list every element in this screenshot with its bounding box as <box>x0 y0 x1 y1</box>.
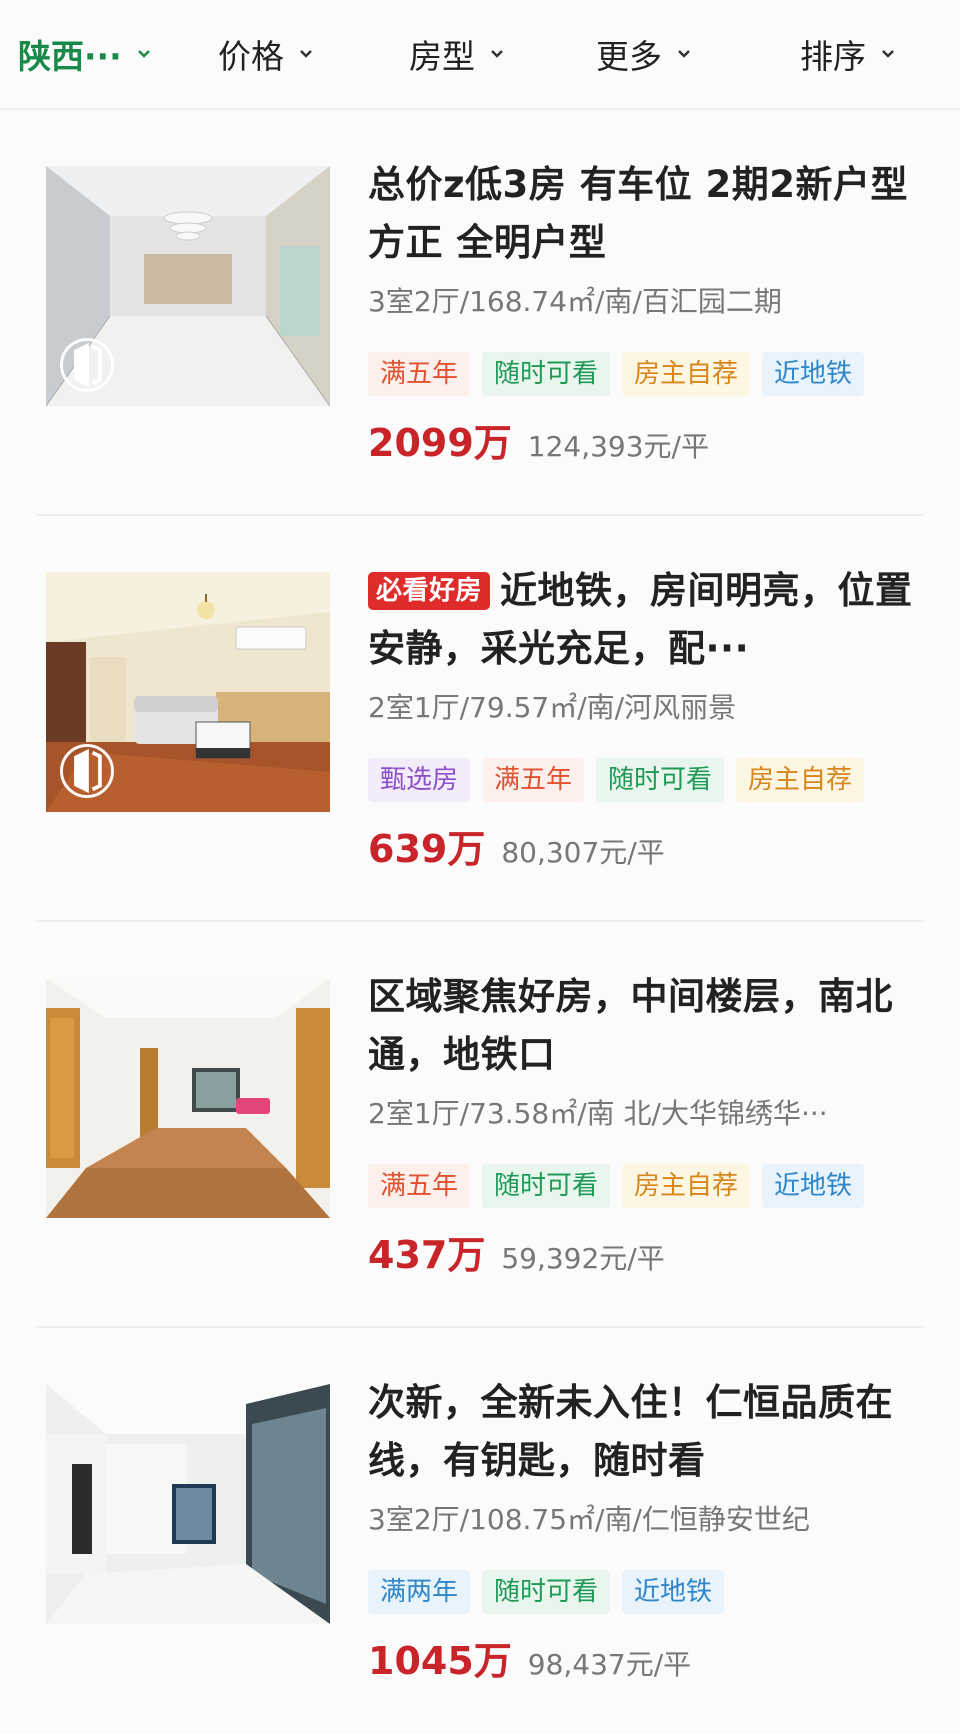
price-row: 2099万 124,393元/平 <box>368 412 928 467</box>
total-price: 2099万 <box>368 421 512 465</box>
tag: 随时可看 <box>482 352 611 396</box>
listing-title-text: 次新，全新未入住！仁恒品质在线，有钥匙，随时看 <box>368 1381 893 1482</box>
total-price: 437万 <box>368 1233 486 1277</box>
price-row: 437万 59,392元/平 <box>368 1224 928 1279</box>
chevron-down-icon <box>137 50 150 58</box>
listing-meta: 3室2厅/168.74㎡/南/百汇园二期 <box>368 285 782 318</box>
tag: 房主自荐 <box>736 758 865 802</box>
listing-info: 区域聚焦好房，中间楼层，南北通，地铁口 2室1厅/73.58㎡/南 北/大华锦绣… <box>368 968 928 1279</box>
tag: 随时可看 <box>596 758 725 802</box>
listing-photo[interactable] <box>46 1384 330 1624</box>
unit-price: 98,437元/平 <box>527 1648 692 1681</box>
listing-title[interactable]: 必看好房 近地铁，房间明亮，位置安静，采光充足，配··· <box>368 562 928 678</box>
chevron-down-icon <box>678 50 690 58</box>
filter-price[interactable]: 价格 <box>170 0 362 108</box>
listing-tags: 甄选房 满五年 随时可看 房主自荐 <box>368 758 928 802</box>
filter-sort-label: 排序 <box>800 37 866 76</box>
price-row: 1045万 98,437元/平 <box>368 1630 928 1685</box>
total-price: 1045万 <box>368 1639 512 1683</box>
filter-bar: 陕西··· 价格 房型 更多 排序 <box>0 0 960 110</box>
listing-title-text: 总价z低3房 有车位 2期2新户型方正 全明户型 <box>368 163 909 264</box>
listing-info: 总价z低3房 有车位 2期2新户型方正 全明户型 3室2厅/168.74㎡/南/… <box>368 156 928 467</box>
filter-region-label: 陕西··· <box>18 37 122 76</box>
listing-meta: 2室1厅/79.57㎡/南/河风丽景 <box>368 691 737 724</box>
filter-sort[interactable]: 排序 <box>736 0 960 108</box>
chevron-down-icon <box>882 50 894 58</box>
listing-meta: 3室2厅/108.75㎡/南/仁恒静安世纪 <box>368 1503 810 1536</box>
tag: 房主自荐 <box>622 1164 751 1208</box>
tag: 甄选房 <box>368 758 471 802</box>
vr-tour-icon[interactable] <box>60 338 114 392</box>
tag: 随时可看 <box>482 1164 611 1208</box>
tag: 随时可看 <box>482 1570 611 1614</box>
tag: 满两年 <box>368 1570 471 1614</box>
listing-photo[interactable] <box>46 978 330 1218</box>
tag: 近地铁 <box>762 352 865 396</box>
listing-title[interactable]: 次新，全新未入住！仁恒品质在线，有钥匙，随时看 <box>368 1374 928 1490</box>
listing-card[interactable]: 总价z低3房 有车位 2期2新户型方正 全明户型 3室2厅/168.74㎡/南/… <box>36 110 924 516</box>
unit-price: 80,307元/平 <box>501 836 665 869</box>
listing-title[interactable]: 总价z低3房 有车位 2期2新户型方正 全明户型 <box>368 156 928 272</box>
room-photo-empty <box>46 1384 330 1624</box>
filter-price-label: 价格 <box>218 37 284 76</box>
filter-region[interactable]: 陕西··· <box>0 0 170 108</box>
tag: 房主自荐 <box>622 352 751 396</box>
listing-meta: 2室1厅/73.58㎡/南 北/大华锦绣华··· <box>368 1097 828 1130</box>
total-price: 639万 <box>368 827 486 871</box>
filter-more[interactable]: 更多 <box>552 0 736 108</box>
listing-card[interactable]: 必看好房 近地铁，房间明亮，位置安静，采光充足，配··· 2室1厅/79.57㎡/… <box>36 516 924 922</box>
listing-tags: 满五年 随时可看 房主自荐 近地铁 <box>368 352 928 396</box>
listing-title-text: 区域聚焦好房，中间楼层，南北通，地铁口 <box>368 975 893 1076</box>
chevron-down-icon <box>491 50 503 58</box>
listing-tags: 满五年 随时可看 房主自荐 近地铁 <box>368 1164 928 1208</box>
must-see-badge: 必看好房 <box>368 572 491 610</box>
listing-photo[interactable] <box>46 572 330 812</box>
tag: 满五年 <box>482 758 585 802</box>
listing-title[interactable]: 区域聚焦好房，中间楼层，南北通，地铁口 <box>368 968 928 1084</box>
listing-photo[interactable] <box>46 166 330 406</box>
listing-list: 总价z低3房 有车位 2期2新户型方正 全明户型 3室2厅/168.74㎡/南/… <box>0 110 960 1734</box>
tag: 近地铁 <box>762 1164 865 1208</box>
unit-price: 59,392元/平 <box>501 1242 665 1275</box>
vr-tour-icon[interactable] <box>60 744 114 798</box>
chevron-down-icon <box>300 50 312 58</box>
filter-layout[interactable]: 房型 <box>362 0 552 108</box>
listing-info: 必看好房 近地铁，房间明亮，位置安静，采光充足，配··· 2室1厅/79.57㎡/… <box>368 562 928 873</box>
tag: 满五年 <box>368 1164 471 1208</box>
unit-price: 124,393元/平 <box>527 430 709 463</box>
filter-layout-label: 房型 <box>409 37 475 76</box>
listing-card[interactable]: 次新，全新未入住！仁恒品质在线，有钥匙，随时看 3室2厅/108.75㎡/南/仁… <box>36 1328 924 1734</box>
filter-more-label: 更多 <box>596 37 662 76</box>
listing-card[interactable]: 区域聚焦好房，中间楼层，南北通，地铁口 2室1厅/73.58㎡/南 北/大华锦绣… <box>36 922 924 1328</box>
tag: 满五年 <box>368 352 471 396</box>
room-photo-corridor <box>46 978 330 1218</box>
listing-info: 次新，全新未入住！仁恒品质在线，有钥匙，随时看 3室2厅/108.75㎡/南/仁… <box>368 1374 928 1685</box>
listing-tags: 满两年 随时可看 近地铁 <box>368 1570 928 1614</box>
price-row: 639万 80,307元/平 <box>368 818 928 873</box>
tag: 近地铁 <box>622 1570 725 1614</box>
